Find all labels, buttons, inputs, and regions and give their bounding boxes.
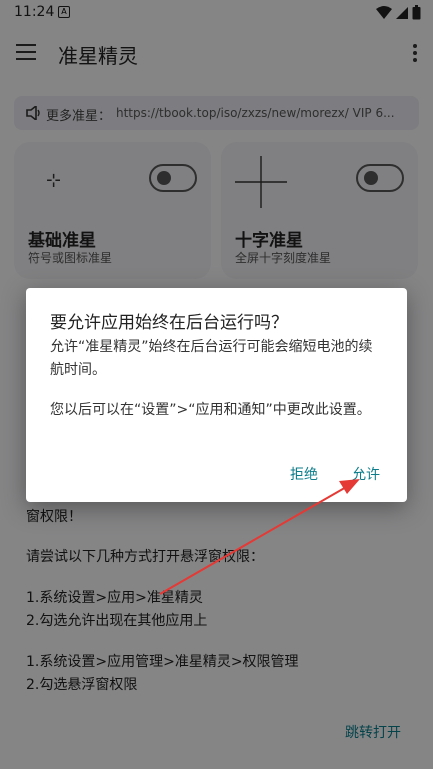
background-run-dialog: 要允许应用始终在后台运行吗？ 允许“准星精灵”始终在后台运行可能会缩短电池的续航… — [26, 288, 407, 502]
allow-button[interactable]: 允许 — [352, 464, 380, 484]
deny-button[interactable]: 拒绝 — [290, 464, 318, 484]
dialog-title: 要允许应用始终在后台运行吗？ — [50, 313, 288, 333]
dialog-message-battery: 允许“准星精灵”始终在后台运行可能会缩短电池的续航时间。 — [50, 339, 373, 378]
dialog-message-settings: 您以后可以在“设置”>“应用和通知”中更改此设置。 — [50, 402, 371, 418]
